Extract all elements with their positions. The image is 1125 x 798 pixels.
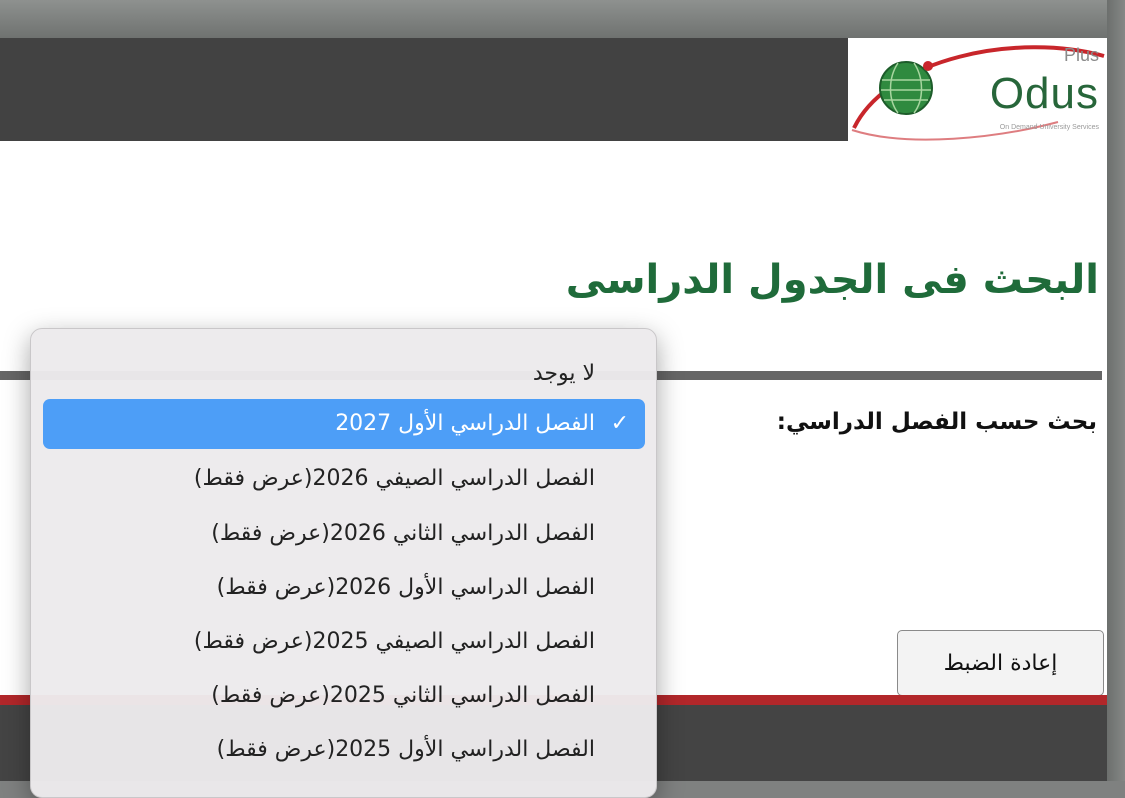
option-label: لا يوجد — [532, 361, 595, 386]
odus-plus-logo[interactable]: Plus Odus On Demand University Services — [848, 38, 1107, 141]
checkmark-icon: ✓ — [610, 411, 629, 436]
dropdown-option[interactable]: الفصل الدراسي الأول 2026(عرض فقط) — [43, 563, 645, 613]
dropdown-option[interactable]: الفصل الدراسي الصيفي 2025(عرض فقط) — [43, 617, 645, 667]
option-label: الفصل الدراسي الصيفي 2026(عرض فقط) — [193, 466, 595, 491]
dropdown-option[interactable]: الفصل الدراسي الأول 2025(عرض فقط) — [43, 725, 645, 775]
option-label: الفصل الدراسي الأول 2026(عرض فقط) — [216, 575, 595, 600]
semester-dropdown-menu[interactable]: لا يوجد ✓ الفصل الدراسي الأول 2027 الفصل… — [30, 328, 657, 798]
option-label: الفصل الدراسي الأول 2025(عرض فقط) — [216, 737, 595, 762]
logo-plus-text: Plus — [1063, 45, 1099, 65]
logo-wordmark: Odus — [989, 69, 1099, 118]
dropdown-option[interactable]: الفصل الدراسي الصيفي 2026(عرض فقط) — [43, 454, 645, 504]
semester-search-label: بحث حسب الفصل الدراسي: — [776, 409, 1097, 435]
option-label: الفصل الدراسي الثاني 2026(عرض فقط) — [211, 521, 595, 546]
background-top — [0, 0, 1125, 38]
dropdown-option-selected[interactable]: ✓ الفصل الدراسي الأول 2027 — [43, 399, 645, 449]
logo-tagline: On Demand University Services — [999, 124, 1099, 131]
background-right-edge — [1107, 0, 1125, 781]
option-label: الفصل الدراسي الأول 2027 — [335, 411, 595, 436]
reset-button[interactable]: إعادة الضبط — [897, 630, 1104, 696]
dropdown-option[interactable]: الفصل الدراسي الثاني 2026(عرض فقط) — [43, 509, 645, 559]
dropdown-option-none[interactable]: لا يوجد — [43, 349, 645, 399]
page-title: البحث فى الجدول الدراسى — [565, 257, 1099, 303]
option-label: الفصل الدراسي الصيفي 2025(عرض فقط) — [193, 629, 595, 654]
option-label: الفصل الدراسي الثاني 2025(عرض فقط) — [211, 683, 595, 708]
header-bar — [0, 38, 848, 141]
dropdown-option[interactable]: الفصل الدراسي الثاني 2025(عرض فقط) — [43, 671, 645, 721]
